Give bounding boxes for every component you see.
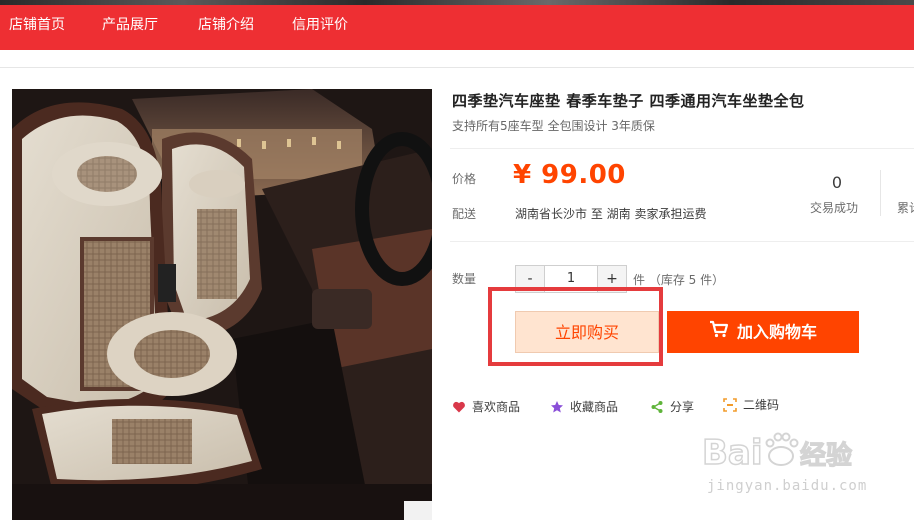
nav-product-gallery[interactable]: 产品展厅 [102,15,158,35]
header-divider [0,67,914,68]
quantity-stepper: - 1 + [515,265,627,293]
qrcode-link[interactable]: 二维码 [723,396,779,413]
shop-nav-bar: 店铺首页 产品展厅 店铺介绍 信用评价 [0,0,914,50]
buy-now-button[interactable]: 立即购买 [515,311,659,353]
quantity-minus-button[interactable]: - [516,266,544,292]
reviews-label[interactable]: 累计 [897,199,914,216]
shipping-label: 配送 [452,207,477,221]
share-label: 分享 [670,400,695,414]
quantity-label: 数量 [452,272,477,286]
watermark-url: jingyan.baidu.com [707,478,868,494]
share-icon [650,400,664,414]
info-divider [450,148,914,149]
favorite-product-label: 收藏商品 [570,400,619,414]
favorite-product-link[interactable]: 收藏商品 [550,398,618,415]
svg-text:经验: 经验 [800,440,852,471]
heart-icon [452,400,466,414]
add-to-cart-label: 加入购物车 [736,322,817,342]
add-to-cart-button[interactable]: 加入购物车 [667,311,859,353]
product-subtitle: 支持所有5座车型 全包围设计 3年质保 [452,119,655,133]
stock-info: 件 （库存 5 件） [633,273,725,287]
nav-shop-intro[interactable]: 店铺介绍 [198,15,254,35]
deals-count: 0 [831,173,843,192]
svg-text:Bai: Bai [702,433,763,473]
qrcode-label: 二维码 [743,398,780,412]
header-banner-strip [0,0,914,5]
qrcode-icon [723,397,737,412]
star-icon [550,400,564,414]
price-value: ¥ 99.00 [513,160,626,190]
like-product-label: 喜欢商品 [472,400,521,414]
quantity-plus-button[interactable]: + [598,266,626,292]
cart-icon [709,312,729,354]
price-label: 价格 [452,172,477,186]
nav-credit-reviews[interactable]: 信用评价 [292,15,348,35]
baidu-watermark: Bai 经验 [700,420,870,520]
stats-divider [880,170,881,216]
like-product-link[interactable]: 喜欢商品 [452,398,520,415]
product-image[interactable] [12,89,432,520]
deals-label: 交易成功 [810,201,859,215]
quantity-input[interactable]: 1 [544,266,598,292]
shipping-value: 湖南省长沙市 至 湖南 卖家承担运费 [515,207,707,221]
share-link[interactable]: 分享 [650,398,694,415]
purchase-divider [450,241,914,242]
nav-shop-home[interactable]: 店铺首页 [9,15,65,35]
product-title: 四季垫汽车座垫 春季车垫子 四季通用汽车坐垫全包 [452,92,805,110]
